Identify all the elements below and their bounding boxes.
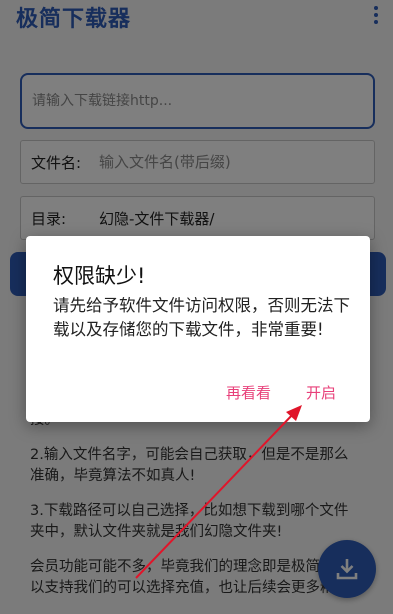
later-button[interactable]: 再看看 xyxy=(226,382,271,403)
permission-dialog: 权限缺少! 请先给予软件文件访问权限，否则无法下载以及存储您的下载文件，非常重要… xyxy=(26,236,370,422)
enable-permission-button[interactable]: 开启 xyxy=(306,382,336,403)
dialog-message: 请先给予软件文件访问权限，否则无法下载以及存储您的下载文件，非常重要! xyxy=(53,296,350,339)
app-screen: 极简下载器 文件名: 目录: 接。 2.输入文件名字，可能会自己获取，但是不是那… xyxy=(0,0,393,614)
dialog-title: 权限缺少! xyxy=(53,264,146,288)
